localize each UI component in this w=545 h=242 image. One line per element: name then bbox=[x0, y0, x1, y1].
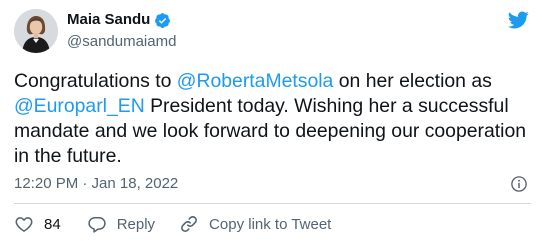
avatar[interactable] bbox=[14, 9, 58, 53]
reply-button[interactable]: Reply bbox=[87, 214, 155, 234]
tweet-text-segment: Congratulations to bbox=[14, 70, 177, 92]
author-name-text[interactable]: Maia Sandu bbox=[67, 11, 150, 29]
author-name[interactable]: Maia Sandu bbox=[67, 11, 171, 29]
author-handle[interactable]: @sandumaiamd bbox=[67, 33, 176, 51]
action-bar: 84 Reply Copy link to Tweet bbox=[14, 214, 331, 234]
twitter-bird-icon[interactable] bbox=[505, 9, 531, 31]
tweet-timestamp[interactable]: 12:20 PM · Jan 18, 2022 bbox=[14, 175, 178, 193]
info-icon[interactable] bbox=[510, 175, 528, 193]
reply-label: Reply bbox=[116, 215, 156, 233]
like-count: 84 bbox=[44, 215, 61, 233]
heart-icon bbox=[15, 217, 33, 232]
verified-badge-icon bbox=[155, 12, 171, 28]
tweet-card: Maia Sandu @sandumaiamd Congratulations … bbox=[0, 0, 545, 242]
reply-icon bbox=[88, 217, 106, 233]
divider bbox=[14, 203, 531, 204]
mention-link[interactable]: @Europarl_EN bbox=[14, 95, 145, 117]
tweet-text-segment: on her election as bbox=[333, 70, 492, 92]
like-button[interactable]: 84 bbox=[14, 214, 61, 234]
tweet-text: Congratulations to @RobertaMetsola on he… bbox=[14, 69, 534, 169]
copy-link-button[interactable]: Copy link to Tweet bbox=[179, 214, 331, 234]
link-icon bbox=[181, 216, 197, 232]
copy-link-label: Copy link to Tweet bbox=[209, 215, 332, 233]
mention-link[interactable]: @RobertaMetsola bbox=[177, 70, 334, 92]
